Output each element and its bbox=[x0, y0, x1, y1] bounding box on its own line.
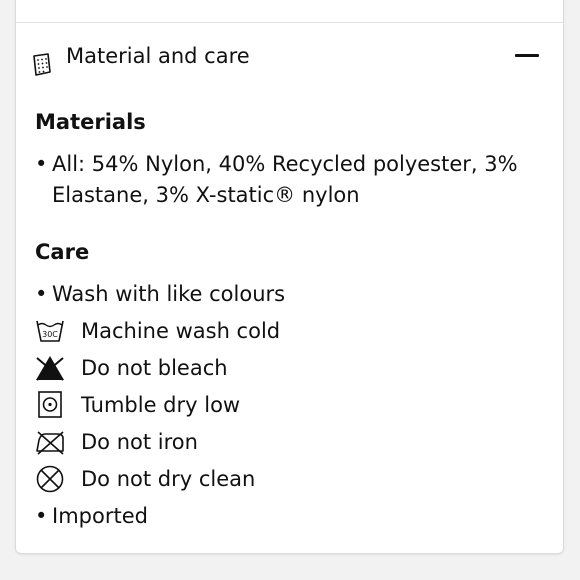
imported-note: • Imported bbox=[35, 501, 522, 532]
care-instruction-row: 30C Machine wash cold bbox=[35, 316, 535, 347]
care-note-text: Wash with like colours bbox=[52, 282, 286, 306]
care-instruction-text: Machine wash cold bbox=[81, 319, 281, 343]
material-care-header[interactable]: Material and care bbox=[16, 23, 563, 109]
care-instruction-row: Do not bleach bbox=[35, 353, 535, 384]
materials-item-text: All: 54% Nylon, 40% Recycled polyester, … bbox=[52, 152, 518, 207]
machine-wash-cold-icon: 30C bbox=[36, 320, 64, 342]
care-label-icon bbox=[33, 53, 51, 76]
section-title: Material and care bbox=[66, 44, 250, 68]
care-instruction-row: Do not dry clean bbox=[35, 464, 535, 495]
do-not-iron-icon bbox=[36, 431, 64, 455]
care-instruction-text: Do not bleach bbox=[81, 356, 228, 380]
material-care-panel: Material and care Materials • All: 54% N… bbox=[15, 0, 564, 554]
bullet-dot: • bbox=[35, 504, 48, 528]
minus-icon[interactable] bbox=[515, 54, 539, 57]
care-heading: Care bbox=[35, 240, 90, 264]
tumble-dry-low-icon bbox=[38, 391, 62, 418]
care-instruction-text: Do not iron bbox=[81, 430, 198, 454]
materials-heading: Materials bbox=[35, 110, 146, 134]
care-instruction-text: Do not dry clean bbox=[81, 467, 256, 491]
care-instruction-row: Tumble dry low bbox=[35, 390, 535, 421]
care-instruction-text: Tumble dry low bbox=[81, 393, 241, 417]
materials-item: • All: 54% Nylon, 40% Recycled polyester… bbox=[35, 149, 522, 211]
bullet-dot: • bbox=[35, 152, 48, 176]
do-not-bleach-icon bbox=[36, 356, 64, 381]
do-not-dry-clean-icon bbox=[36, 465, 64, 493]
bullet-dot: • bbox=[35, 282, 48, 306]
imported-note-text: Imported bbox=[52, 504, 148, 528]
care-note: • Wash with like colours bbox=[35, 279, 522, 310]
care-instruction-row: Do not iron bbox=[35, 427, 535, 458]
wash-temp-label: 30C bbox=[42, 330, 58, 339]
